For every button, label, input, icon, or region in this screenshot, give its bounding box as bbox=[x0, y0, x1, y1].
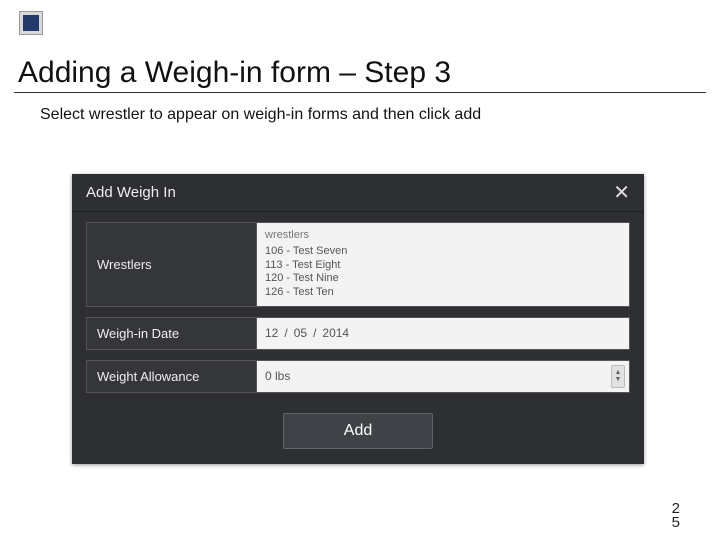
dialog-header: Add Weigh In ✕ bbox=[72, 174, 644, 212]
date-year[interactable]: 2014 bbox=[322, 326, 349, 340]
weigh-in-date-row: Weigh-in Date 12 / 05 / 2014 bbox=[86, 317, 630, 350]
close-icon[interactable]: ✕ bbox=[613, 180, 630, 205]
weight-allowance-row: Weight Allowance 0 lbs bbox=[86, 360, 630, 393]
wrestler-option[interactable]: 120 - Test Nine bbox=[265, 272, 621, 286]
wrestlers-caption: wrestlers bbox=[265, 229, 621, 243]
title-underline bbox=[14, 92, 706, 93]
wrestlers-label: Wrestlers bbox=[87, 223, 257, 306]
add-button[interactable]: Add bbox=[283, 413, 433, 449]
wrestlers-row: Wrestlers wrestlers 106 - Test Seven 113… bbox=[86, 222, 630, 307]
add-weigh-in-dialog: Add Weigh In ✕ Wrestlers wrestlers 106 -… bbox=[72, 174, 644, 464]
page-number-bottom: 5 bbox=[672, 516, 680, 530]
dialog-title: Add Weigh In bbox=[86, 184, 176, 201]
weight-allowance-value: 0 lbs bbox=[265, 369, 290, 383]
date-separator: / bbox=[313, 326, 316, 340]
wrestler-option[interactable]: 113 - Test Eight bbox=[265, 259, 621, 273]
wrestlers-listbox[interactable]: wrestlers 106 - Test Seven 113 - Test Ei… bbox=[257, 223, 629, 306]
weight-allowance-field[interactable]: 0 lbs bbox=[257, 361, 629, 392]
weigh-in-date-label: Weigh-in Date bbox=[87, 318, 257, 349]
wrestler-option[interactable]: 126 - Test Ten bbox=[265, 286, 621, 300]
date-day[interactable]: 05 bbox=[294, 326, 307, 340]
weigh-in-date-field[interactable]: 12 / 05 / 2014 bbox=[257, 318, 629, 349]
slide-subtitle: Select wrestler to appear on weigh-in fo… bbox=[40, 106, 481, 124]
page-number: 2 5 bbox=[672, 502, 680, 531]
slide-bullet-decoration bbox=[20, 12, 42, 34]
wrestler-option[interactable]: 106 - Test Seven bbox=[265, 245, 621, 259]
stepper-icon[interactable] bbox=[611, 365, 625, 388]
date-separator: / bbox=[284, 326, 287, 340]
weight-allowance-label: Weight Allowance bbox=[87, 361, 257, 392]
date-month[interactable]: 12 bbox=[265, 326, 278, 340]
slide-title: Adding a Weigh-in form – Step 3 bbox=[18, 56, 451, 90]
